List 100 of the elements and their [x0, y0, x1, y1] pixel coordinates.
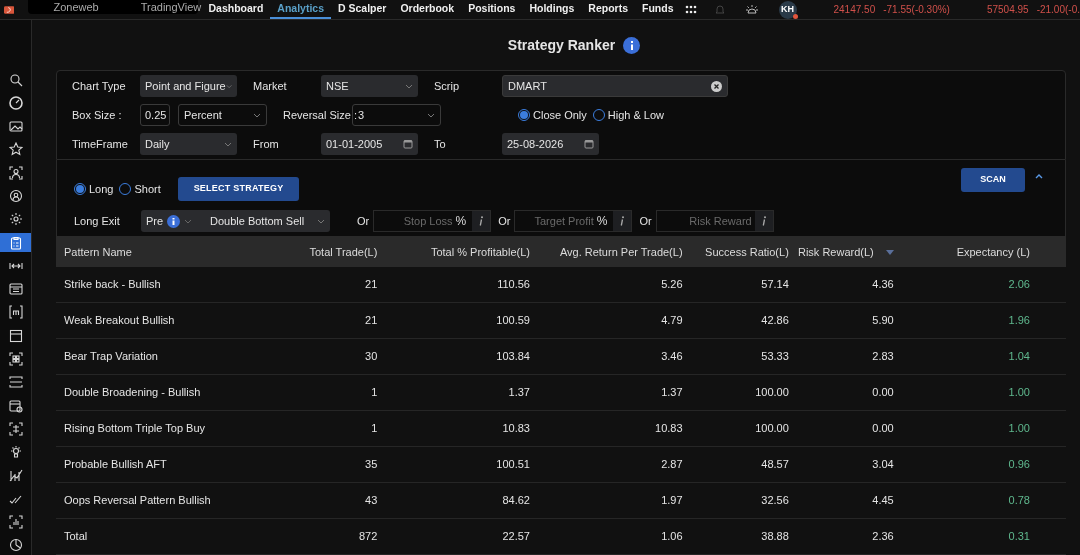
avatar[interactable]: KH — [778, 0, 797, 19]
table-cell-text: 84.62 — [501, 493, 530, 509]
input-group[interactable]: Risk Reward — [655, 210, 774, 232]
input-group[interactable]: Target Profit % — [514, 210, 633, 232]
nav-tab[interactable]: Positions — [461, 0, 523, 19]
radio-option[interactable]: Short — [119, 180, 161, 198]
clear-icon[interactable] — [711, 80, 722, 92]
date-field[interactable]: 01-01-2005 — [321, 133, 418, 155]
input-field[interactable]: Stop Loss — [374, 212, 456, 230]
table-cell-text: 1.04 — [1007, 349, 1030, 365]
select-field[interactable]: Double Bottom Sell — [205, 210, 330, 232]
select-strategy-button[interactable]: SELECT STRATEGY — [178, 177, 299, 201]
nav-tab[interactable]: Reports — [581, 0, 635, 19]
nav-tab[interactable]: Funds — [635, 0, 681, 19]
column-header[interactable]: Total Trade(L) — [241, 243, 378, 261]
table-cell-text: 2.87 — [660, 457, 683, 473]
table-cell-text: 100.51 — [495, 457, 530, 473]
bulb-icon[interactable] — [8, 445, 23, 460]
table-cell-text: 1.97 — [660, 493, 683, 509]
shortcut-link[interactable]: TradingView — [140, 0, 202, 16]
table-cell-text: 4.36 — [871, 277, 894, 293]
select-field[interactable]: NSE — [321, 75, 418, 97]
table-cell-text: 10.83 — [654, 421, 683, 437]
calendar-icon[interactable] — [584, 139, 594, 149]
unit-label: % — [455, 213, 468, 230]
bar-chart-icon[interactable] — [8, 515, 23, 529]
settings-icon[interactable] — [8, 212, 23, 227]
table-cell-text: 42.86 — [760, 313, 789, 329]
gear-user-icon[interactable] — [8, 189, 23, 204]
table-cell-text: 3.46 — [660, 349, 683, 365]
calendar-grid-icon[interactable] — [8, 282, 23, 297]
apps-grid-icon[interactable] — [684, 4, 697, 15]
sort-icon[interactable] — [885, 249, 894, 255]
radio-option[interactable]: Close Only — [518, 106, 587, 124]
bracket-m-icon[interactable] — [8, 305, 23, 320]
table-cell-text: 5.26 — [660, 277, 683, 293]
table-cell-text: Weak Breakout Bullish — [64, 313, 176, 329]
radio-option[interactable]: High & Low — [592, 106, 665, 124]
field-label: Long Exit — [74, 213, 121, 229]
input-field[interactable]: 0.25 — [140, 104, 170, 126]
column-header[interactable]: Total % Profitable(L) — [377, 243, 530, 261]
calendar-icon[interactable] — [403, 139, 413, 149]
select-field[interactable]: Pre — [141, 210, 205, 232]
table-cell-text: Probable Bullish AFT — [64, 457, 168, 473]
select-field[interactable]: Point and Figure — [140, 75, 237, 97]
nav-tab[interactable]: Analytics — [270, 0, 331, 19]
collapse-icon[interactable] — [1035, 173, 1043, 179]
table-cell-text: 21 — [364, 277, 378, 293]
table-cell-text: 1 — [370, 421, 378, 437]
unit-label: % — [596, 213, 609, 230]
star-icon[interactable] — [8, 142, 23, 157]
sidebar-item[interactable] — [0, 232, 31, 253]
input-field[interactable]: DMART — [502, 75, 728, 97]
table-cell-text: Bear Trap Variation — [64, 349, 159, 365]
column-header[interactable]: Risk Reward(L) — [797, 243, 874, 261]
nav-tab[interactable]: Holdings — [522, 0, 582, 19]
chart-trend-icon[interactable] — [8, 468, 23, 483]
field-label: Box Size : — [72, 107, 123, 123]
nav-tab[interactable]: Orderbook — [393, 0, 462, 19]
qr-frame-icon[interactable] — [8, 352, 23, 366]
column-header[interactable]: Avg. Return Per Trade(L) — [529, 243, 683, 261]
image-icon[interactable] — [8, 119, 23, 134]
column-header[interactable]: Expectancy (L) — [893, 243, 1030, 261]
input-group[interactable]: Stop Loss % — [373, 210, 492, 232]
table-cell-text: 21 — [364, 313, 378, 329]
table-cell-text: 2.06 — [1007, 277, 1030, 293]
table-cell-text: 38.88 — [760, 529, 789, 545]
calendar-clock-icon[interactable] — [8, 398, 23, 413]
table-cell-text: 0.00 — [871, 385, 894, 401]
nav-tab[interactable]: Dashboard — [201, 0, 271, 19]
info-icon[interactable] — [167, 214, 181, 228]
ticker-change: -21.00(-0. — [1036, 3, 1080, 17]
input-field[interactable]: Risk Reward — [656, 212, 755, 230]
select-field[interactable]: Daily — [140, 133, 237, 155]
window-icon[interactable] — [8, 328, 23, 343]
info-icon[interactable] — [623, 36, 641, 54]
scan-button[interactable]: SCAN — [961, 168, 1025, 192]
input-field[interactable]: Target Profit — [515, 212, 597, 230]
column-header[interactable]: Success Ratio(L) — [682, 243, 789, 261]
column-header[interactable]: Pattern Name — [64, 243, 242, 261]
field-label: Scrip — [434, 78, 461, 94]
date-field[interactable]: 25-08-2026 — [502, 133, 599, 155]
chevron-icon — [405, 83, 413, 89]
user-frame-icon[interactable] — [8, 165, 23, 180]
table-cell-text: 1.37 — [660, 385, 683, 401]
chevron-icon — [253, 112, 261, 118]
select-field[interactable]: Percent — [178, 104, 267, 126]
table-cell-text: 48.57 — [760, 457, 789, 473]
search-icon[interactable] — [8, 72, 23, 87]
nav-tab[interactable]: D Scalper — [331, 0, 394, 19]
grid-frame-icon[interactable] — [8, 421, 23, 436]
table-cell-text: 100.59 — [495, 313, 530, 329]
sun-icon[interactable] — [744, 3, 759, 16]
table-cell-text: 3.04 — [871, 457, 894, 473]
pie-chart-icon[interactable] — [8, 538, 23, 553]
ticker-price: 57504.95 — [986, 3, 1029, 17]
card-icon[interactable] — [8, 375, 23, 390]
radio-option[interactable]: Long — [74, 180, 114, 198]
gauge-icon[interactable] — [8, 95, 23, 110]
clipboard-icon[interactable] — [8, 235, 23, 250]
